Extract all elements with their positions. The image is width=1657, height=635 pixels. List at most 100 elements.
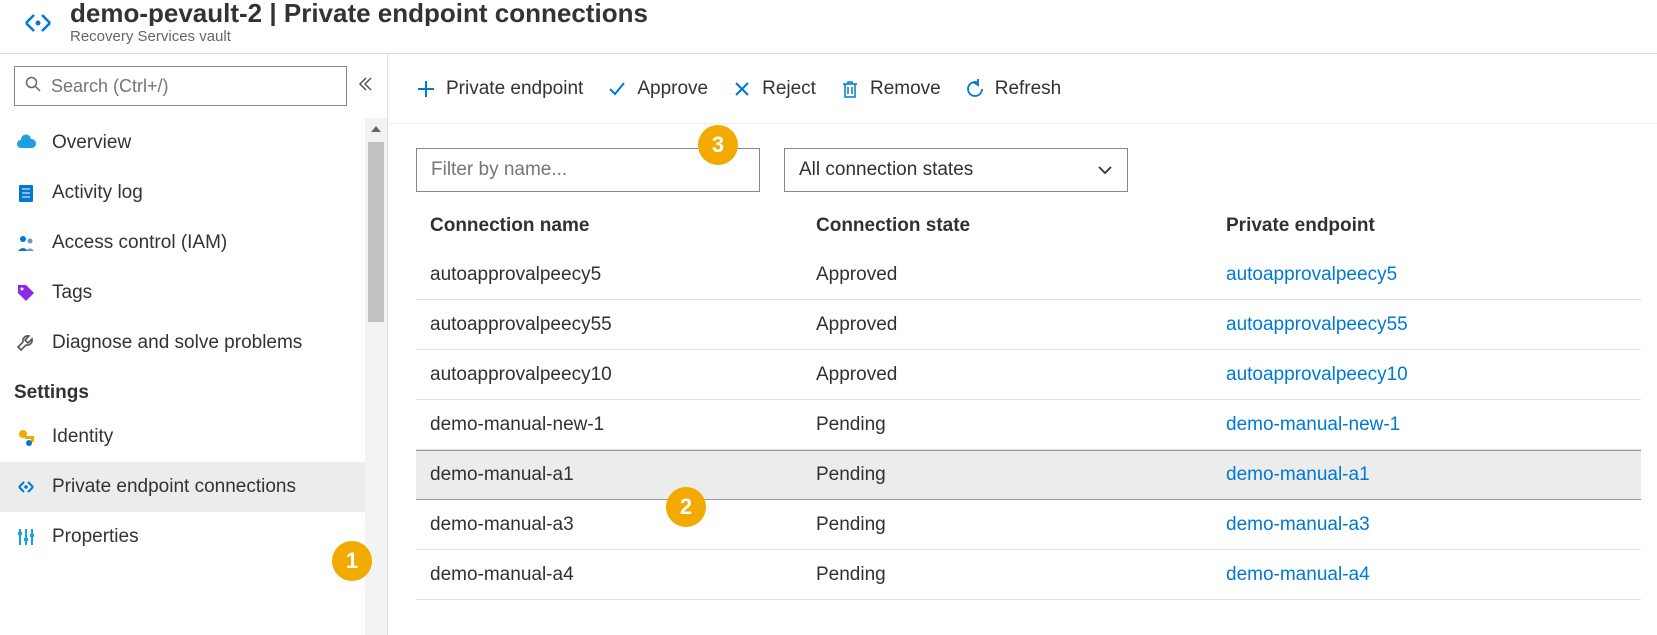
people-icon	[14, 231, 38, 255]
remove-button[interactable]: Remove	[840, 78, 941, 100]
connections-table: Connection name Connection state Private…	[388, 202, 1657, 600]
sidebar-item-tags[interactable]: Tags	[0, 268, 365, 318]
col-private-endpoint[interactable]: Private endpoint	[1226, 215, 1641, 237]
endpoint-link[interactable]: demo-manual-new-1	[1226, 414, 1400, 435]
cell-connection-name: demo-manual-new-1	[416, 414, 816, 436]
add-private-endpoint-button[interactable]: Private endpoint	[416, 78, 583, 100]
cell-private-endpoint: demo-manual-a1	[1226, 464, 1641, 486]
annotation-badge-2: 2	[666, 487, 706, 527]
plus-icon	[416, 79, 436, 99]
filter-bar: All connection states	[388, 124, 1657, 202]
check-icon	[607, 79, 627, 99]
sidebar-item-label: Access control (IAM)	[52, 232, 227, 254]
tool-label: Approve	[637, 78, 708, 100]
cell-private-endpoint: demo-manual-a3	[1226, 514, 1641, 536]
table-header: Connection name Connection state Private…	[416, 202, 1641, 250]
key-icon	[14, 425, 38, 449]
cell-connection-name: demo-manual-a1	[416, 464, 816, 486]
cell-connection-state: Pending	[816, 414, 1226, 436]
sidebar-item-overview[interactable]: Overview	[0, 118, 365, 168]
scroll-thumb[interactable]	[368, 142, 384, 322]
cell-private-endpoint: autoapprovalpeecy5	[1226, 264, 1641, 286]
connection-state-select[interactable]: All connection states	[784, 148, 1128, 192]
main-panel: Private endpoint Approve Reject Remove R…	[388, 54, 1657, 635]
cell-connection-state: Pending	[816, 464, 1226, 486]
reject-button[interactable]: Reject	[732, 78, 816, 100]
cell-connection-name: demo-manual-a3	[416, 514, 816, 536]
chevron-down-icon	[1097, 159, 1113, 181]
endpoint-link[interactable]: autoapprovalpeecy55	[1226, 314, 1408, 335]
endpoint-link[interactable]: autoapprovalpeecy10	[1226, 364, 1408, 385]
annotation-badge-1: 1	[332, 541, 372, 581]
sliders-icon	[14, 525, 38, 549]
tool-label: Reject	[762, 78, 816, 100]
page-header: demo-pevault-2 | Private endpoint connec…	[0, 0, 1657, 54]
approve-button[interactable]: Approve	[607, 78, 708, 100]
sidebar-item-label: Private endpoint connections	[52, 476, 296, 498]
page-subtitle: Recovery Services vault	[70, 28, 648, 45]
col-connection-name[interactable]: Connection name	[416, 215, 816, 237]
sidebar-item-properties[interactable]: Properties	[0, 512, 365, 562]
sidebar-item-label: Activity log	[52, 182, 143, 204]
tool-label: Remove	[870, 78, 941, 100]
toolbar: Private endpoint Approve Reject Remove R…	[388, 54, 1657, 124]
search-icon	[25, 76, 41, 97]
cloud-icon	[14, 131, 38, 155]
endpoint-link[interactable]: demo-manual-a3	[1226, 514, 1370, 535]
table-row[interactable]: demo-manual-a4Pendingdemo-manual-a4	[416, 550, 1641, 600]
trash-icon	[840, 79, 860, 99]
search-input[interactable]	[51, 76, 336, 97]
sidebar-item-label: Tags	[52, 282, 92, 304]
sidebar-item-label: Overview	[52, 132, 131, 154]
page-title: demo-pevault-2 | Private endpoint connec…	[70, 0, 648, 26]
select-label: All connection states	[799, 159, 973, 181]
table-row[interactable]: demo-manual-a1Pendingdemo-manual-a1	[416, 450, 1641, 500]
tag-icon	[14, 281, 38, 305]
sidebar-item-label: Identity	[52, 426, 113, 448]
cell-private-endpoint: demo-manual-new-1	[1226, 414, 1641, 436]
cell-connection-state: Approved	[816, 364, 1226, 386]
sidebar-item-label: Diagnose and solve problems	[52, 332, 302, 354]
cell-connection-name: demo-manual-a4	[416, 564, 816, 586]
collapse-sidebar-icon[interactable]	[357, 75, 373, 98]
log-icon	[14, 181, 38, 205]
table-row[interactable]: autoapprovalpeecy5Approvedautoapprovalpe…	[416, 250, 1641, 300]
resource-icon	[18, 8, 58, 38]
endpoint-link[interactable]: autoapprovalpeecy5	[1226, 264, 1397, 285]
tool-label: Private endpoint	[446, 78, 583, 100]
cell-connection-name: autoapprovalpeecy5	[416, 264, 816, 286]
cell-connection-state: Pending	[816, 564, 1226, 586]
refresh-button[interactable]: Refresh	[965, 78, 1062, 100]
cell-private-endpoint: autoapprovalpeecy10	[1226, 364, 1641, 386]
endpoint-link[interactable]: demo-manual-a1	[1226, 464, 1370, 485]
cell-connection-state: Approved	[816, 314, 1226, 336]
cell-private-endpoint: autoapprovalpeecy55	[1226, 314, 1641, 336]
refresh-icon	[965, 79, 985, 99]
x-icon	[732, 79, 752, 99]
wrench-icon	[14, 331, 38, 355]
tool-label: Refresh	[995, 78, 1062, 100]
cell-connection-state: Approved	[816, 264, 1226, 286]
table-row[interactable]: demo-manual-new-1Pendingdemo-manual-new-…	[416, 400, 1641, 450]
cell-connection-state: Pending	[816, 514, 1226, 536]
sidebar-item-label: Properties	[52, 526, 139, 548]
sidebar-search[interactable]	[14, 66, 347, 106]
sidebar-item-identity[interactable]: Identity	[0, 412, 365, 462]
table-row[interactable]: demo-manual-a3Pendingdemo-manual-a3	[416, 500, 1641, 550]
sidebar-item-private-endpoint-connections[interactable]: Private endpoint connections	[0, 462, 365, 512]
sidebar-item-diagnose-and-solve-problems[interactable]: Diagnose and solve problems	[0, 318, 365, 368]
scroll-up-icon[interactable]	[365, 118, 387, 140]
col-connection-state[interactable]: Connection state	[816, 215, 1226, 237]
sidebar-item-activity-log[interactable]: Activity log	[0, 168, 365, 218]
cell-connection-name: autoapprovalpeecy10	[416, 364, 816, 386]
endpoint-link[interactable]: demo-manual-a4	[1226, 564, 1370, 585]
endpoint-icon	[14, 475, 38, 499]
cell-connection-name: autoapprovalpeecy55	[416, 314, 816, 336]
table-row[interactable]: autoapprovalpeecy55Approvedautoapprovalp…	[416, 300, 1641, 350]
sidebar: Overview Activity log Access control (IAM)…	[0, 54, 388, 635]
cell-private-endpoint: demo-manual-a4	[1226, 564, 1641, 586]
sidebar-section-settings: Settings	[0, 368, 365, 412]
table-row[interactable]: autoapprovalpeecy10Approvedautoapprovalp…	[416, 350, 1641, 400]
sidebar-item-access-control-iam-[interactable]: Access control (IAM)	[0, 218, 365, 268]
annotation-badge-3: 3	[698, 125, 738, 165]
